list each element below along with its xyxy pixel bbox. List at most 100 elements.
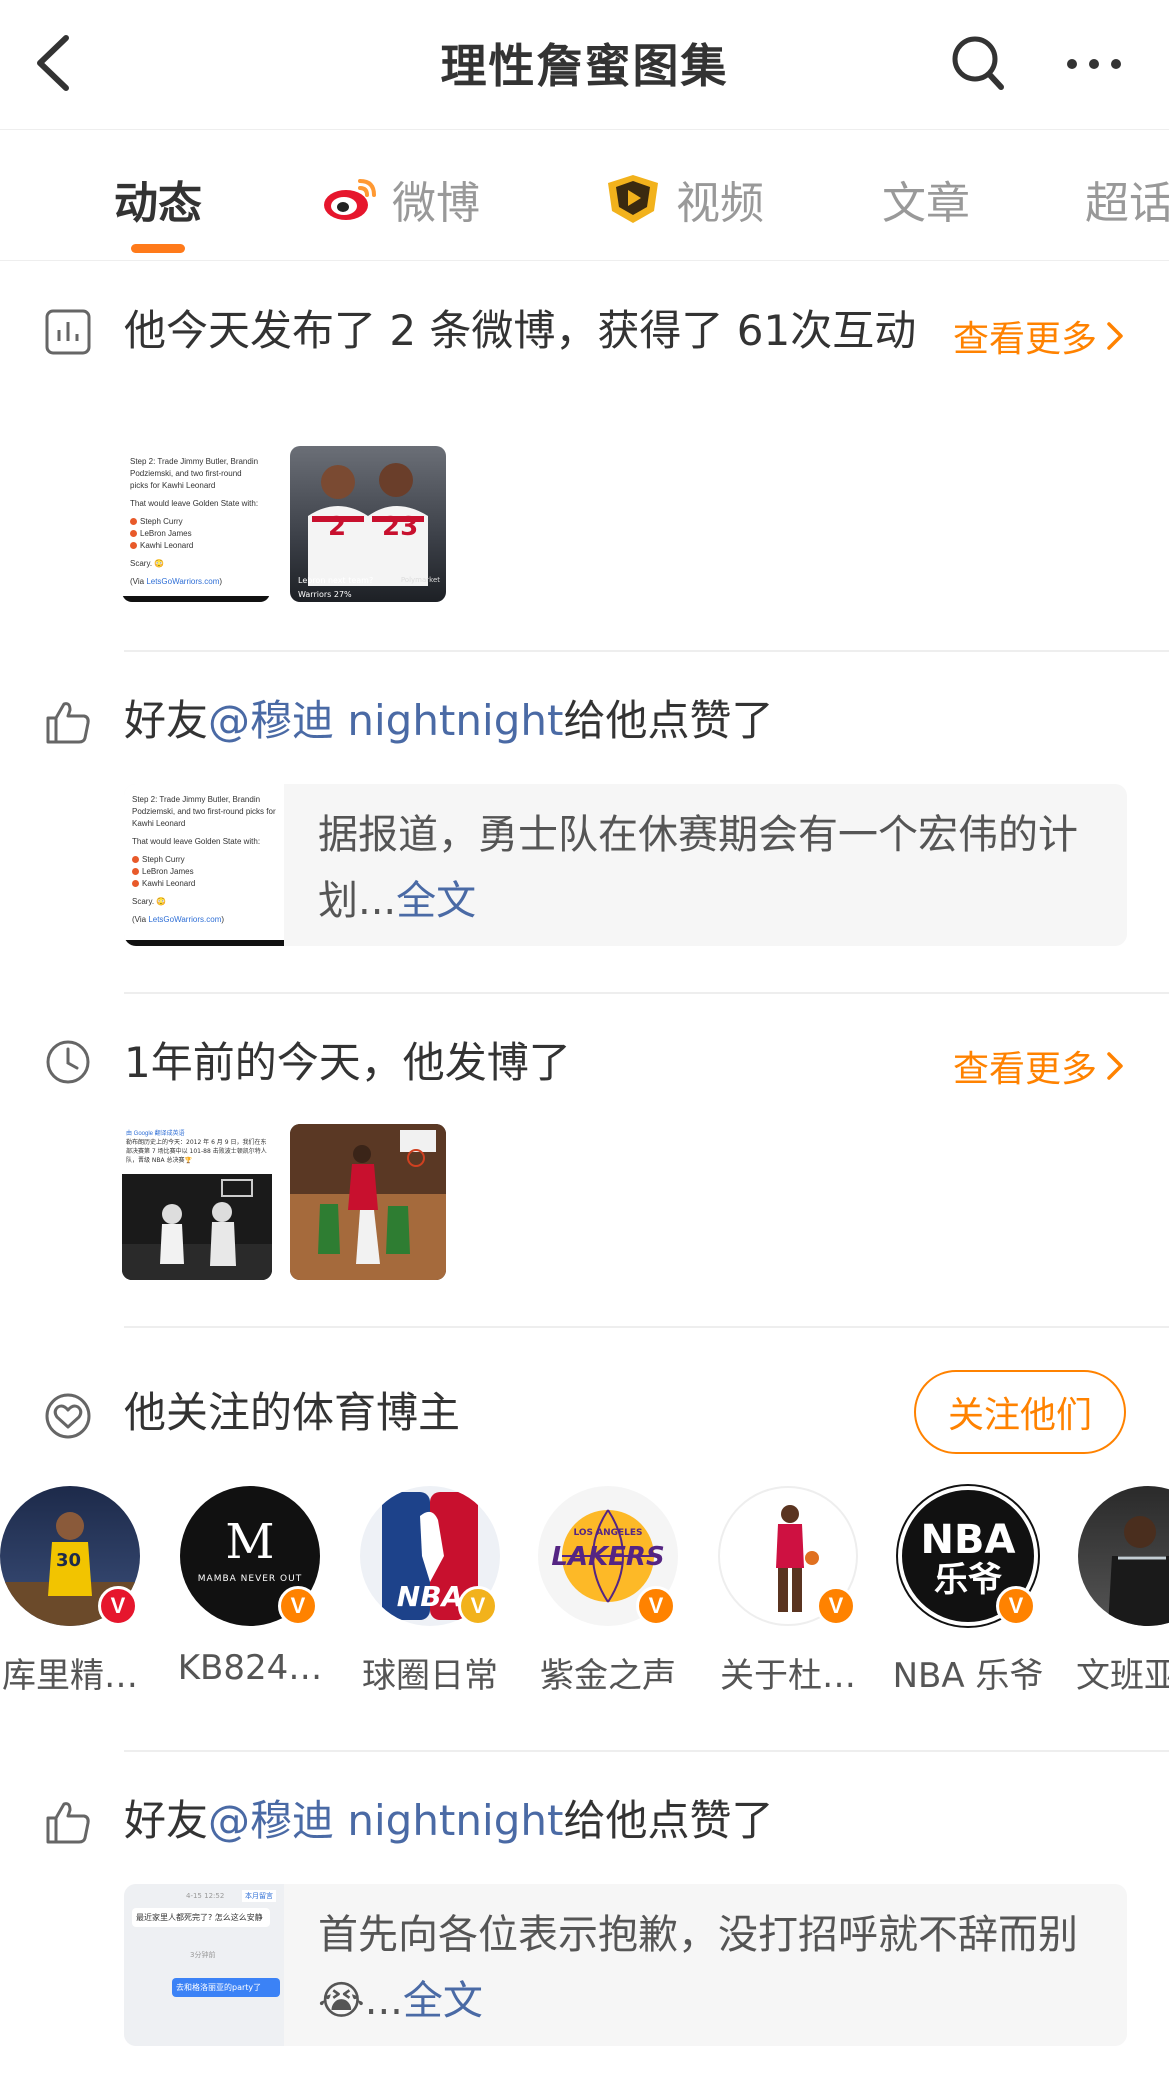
tweet-text: That would leave Golden State with:	[132, 837, 261, 846]
tab-label: 超话	[1085, 178, 1169, 229]
jersey-number: 23	[382, 512, 419, 542]
verified-badge-icon: V	[636, 1586, 676, 1626]
tweet-name: Kawhi Leonard	[140, 541, 194, 550]
thumbs-up-icon	[42, 1796, 94, 1848]
followed-user-name: 关于杜…	[720, 1656, 856, 1696]
view-more-link[interactable]: 查看更多	[953, 1040, 1127, 1092]
dunk-photo	[290, 1124, 446, 1280]
divider	[124, 992, 1169, 994]
tweet-name: LeBron James	[140, 529, 192, 538]
chat-time: 3分钟前	[190, 1951, 216, 1959]
tweet-via: (Via	[130, 577, 147, 586]
liked-post-card[interactable]: 4-15 12:52 本月留言 最近家里人都死完了? 怎么这么安静 3分钟前 去…	[124, 1884, 1127, 2046]
like-suffix: 给他点赞了	[563, 696, 774, 745]
tweet-name: Kawhi Leonard	[142, 879, 196, 888]
tab-video[interactable]: 视频	[604, 169, 764, 229]
thumb-bottom-bar	[124, 940, 284, 946]
tab-weibo[interactable]: 微博	[322, 169, 480, 229]
jersey-number: 2	[328, 512, 347, 542]
weibo-logo-icon	[324, 179, 376, 220]
tweet-name: Steph Curry	[142, 855, 185, 864]
followed-user-name: NBA 乐爷	[892, 1656, 1044, 1696]
memory-notice: 1年前的今天，他发博了	[124, 1038, 571, 1087]
jersey-number: 30	[56, 1550, 82, 1571]
active-tab-indicator	[131, 244, 185, 253]
basketball-photo	[122, 1174, 272, 1280]
tweet-via: )	[221, 915, 225, 924]
tab-articles[interactable]: 文章	[882, 169, 970, 229]
thumbs-up-icon	[42, 696, 94, 748]
photo-caption: Lebron next team?	[298, 576, 374, 585]
friend-mention-link[interactable]: @穆迪 nightnight	[208, 696, 563, 745]
read-full-link[interactable]: 全文	[403, 1978, 483, 2024]
daily-activity-summary: 他今天发布了 2 条微博，获得了 61次互动	[124, 306, 917, 355]
tweet-link: LetsGoWarriors.com	[146, 577, 220, 586]
poll-label: Warriors	[298, 590, 332, 599]
chat-message: 去和格洛丽亚的party了	[172, 1978, 280, 1997]
tweet-text: That would leave Golden State with:	[130, 499, 259, 508]
tweet-via: (Via	[132, 915, 149, 924]
divider	[124, 1326, 1169, 1328]
lakers-city-text: LOS ANGELES	[573, 1528, 643, 1538]
more-options-button[interactable]	[1062, 36, 1126, 92]
tweet-name: Steph Curry	[140, 517, 183, 526]
friend-prefix: 好友	[124, 696, 209, 745]
thumb-bottom-bar	[122, 596, 270, 602]
friend-like-notice: 好友@穆迪 nightnight给他点赞了	[124, 690, 773, 752]
video-badge-icon	[608, 175, 658, 223]
followed-user-name: KB824…	[177, 1648, 323, 1688]
followed-user-name: 球圈日常	[362, 1656, 498, 1696]
verified-badge-icon: V	[458, 1586, 498, 1626]
memory-thumbnail-photo[interactable]	[290, 1124, 446, 1280]
ellipsis-icon	[1067, 59, 1121, 69]
tab-super-topic[interactable]: 超话	[1085, 169, 1169, 229]
chat-tag: 本月留言	[242, 1890, 276, 1902]
stats-chart-icon	[42, 306, 94, 358]
like-suffix: 给他点赞了	[563, 1796, 774, 1845]
verified-badge-icon: V	[98, 1586, 138, 1626]
search-icon	[952, 36, 1004, 90]
follow-them-button[interactable]: 关注他们	[914, 1370, 1126, 1454]
liked-post-thumbnail: Step 2: Trade Jimmy Butler, Brandin Podz…	[124, 784, 284, 946]
photo-brand: Polymarket	[400, 576, 440, 584]
poll-percentage: 27%	[333, 590, 352, 599]
tab-label: 视频	[676, 178, 764, 229]
chat-time: 4-15 12:52	[186, 1892, 225, 1900]
mamba-logo-text: M	[225, 1514, 275, 1570]
liked-post-card[interactable]: Step 2: Trade Jimmy Butler, Brandin Podz…	[124, 784, 1127, 946]
view-more-label: 查看更多	[952, 319, 1097, 360]
friend-prefix: 好友	[124, 1796, 209, 1845]
divider	[124, 650, 1169, 652]
verified-badge-icon: V	[278, 1586, 318, 1626]
followed-user-name: 紫金之声	[540, 1656, 676, 1696]
tweet-text: Step 2: Trade Jimmy Butler, Brandin Podz…	[132, 795, 276, 828]
tab-feed[interactable]: 动态	[114, 169, 202, 229]
view-more-label: 查看更多	[952, 1049, 1097, 1090]
chat-screenshot-thumbnail: 4-15 12:52 本月留言 最近家里人都死完了? 怎么这么安静 3分钟前 去…	[124, 1884, 284, 2046]
tweet-via: )	[219, 577, 223, 586]
liked-post-excerpt: 据报道，勇士队在休赛期会有一个宏伟的计划...全文	[318, 802, 1097, 934]
tab-label: 动态	[114, 178, 202, 229]
search-button[interactable]	[948, 30, 1008, 94]
memory-post-text: 勒布朗历史上的今天：2012 年 6 月 9 日，我们在东部决赛第 7 场比赛中…	[126, 1139, 267, 1164]
view-more-link[interactable]: 查看更多	[953, 310, 1127, 362]
mamba-tagline: MAMBA NEVER OUT	[197, 1574, 303, 1584]
tweet-text: Scary. 😳	[132, 897, 167, 906]
post-thumbnail-tweet[interactable]: Step 2: Trade Jimmy Butler, Brandin Podz…	[122, 446, 270, 602]
tweet-text: Step 2: Trade Jimmy Butler, Brandin Podz…	[130, 457, 259, 490]
lakers-logo-text: LAKERS	[551, 1542, 665, 1572]
divider	[124, 1750, 1169, 1752]
post-thumbnail-photo[interactable]: 2 23 Lebron next team? Polymarket Warrio…	[290, 446, 446, 602]
tab-label: 微博	[392, 178, 480, 229]
liked-post-excerpt: 首先向各位表示抱歉，没打招呼就不辞而别😭...全文	[318, 1902, 1097, 2034]
clock-icon	[42, 1036, 94, 1088]
top-nav-bar: 理性詹蜜图集	[0, 0, 1169, 130]
chevron-right-icon	[1107, 1052, 1123, 1080]
read-full-link[interactable]: 全文	[396, 878, 476, 924]
memory-thumbnail-translated[interactable]: 由 Google 翻译成英语 勒布朗历史上的今天：2012 年 6 月 9 日，…	[122, 1124, 272, 1280]
translation-source: 由 Google 翻译成英语	[126, 1131, 185, 1137]
friend-mention-link[interactable]: @穆迪 nightnight	[208, 1796, 563, 1845]
followed-bloggers-title: 他关注的体育博主	[124, 1388, 461, 1437]
heart-circle-icon	[42, 1390, 94, 1442]
followed-user-name: 文班亚	[1076, 1656, 1169, 1696]
